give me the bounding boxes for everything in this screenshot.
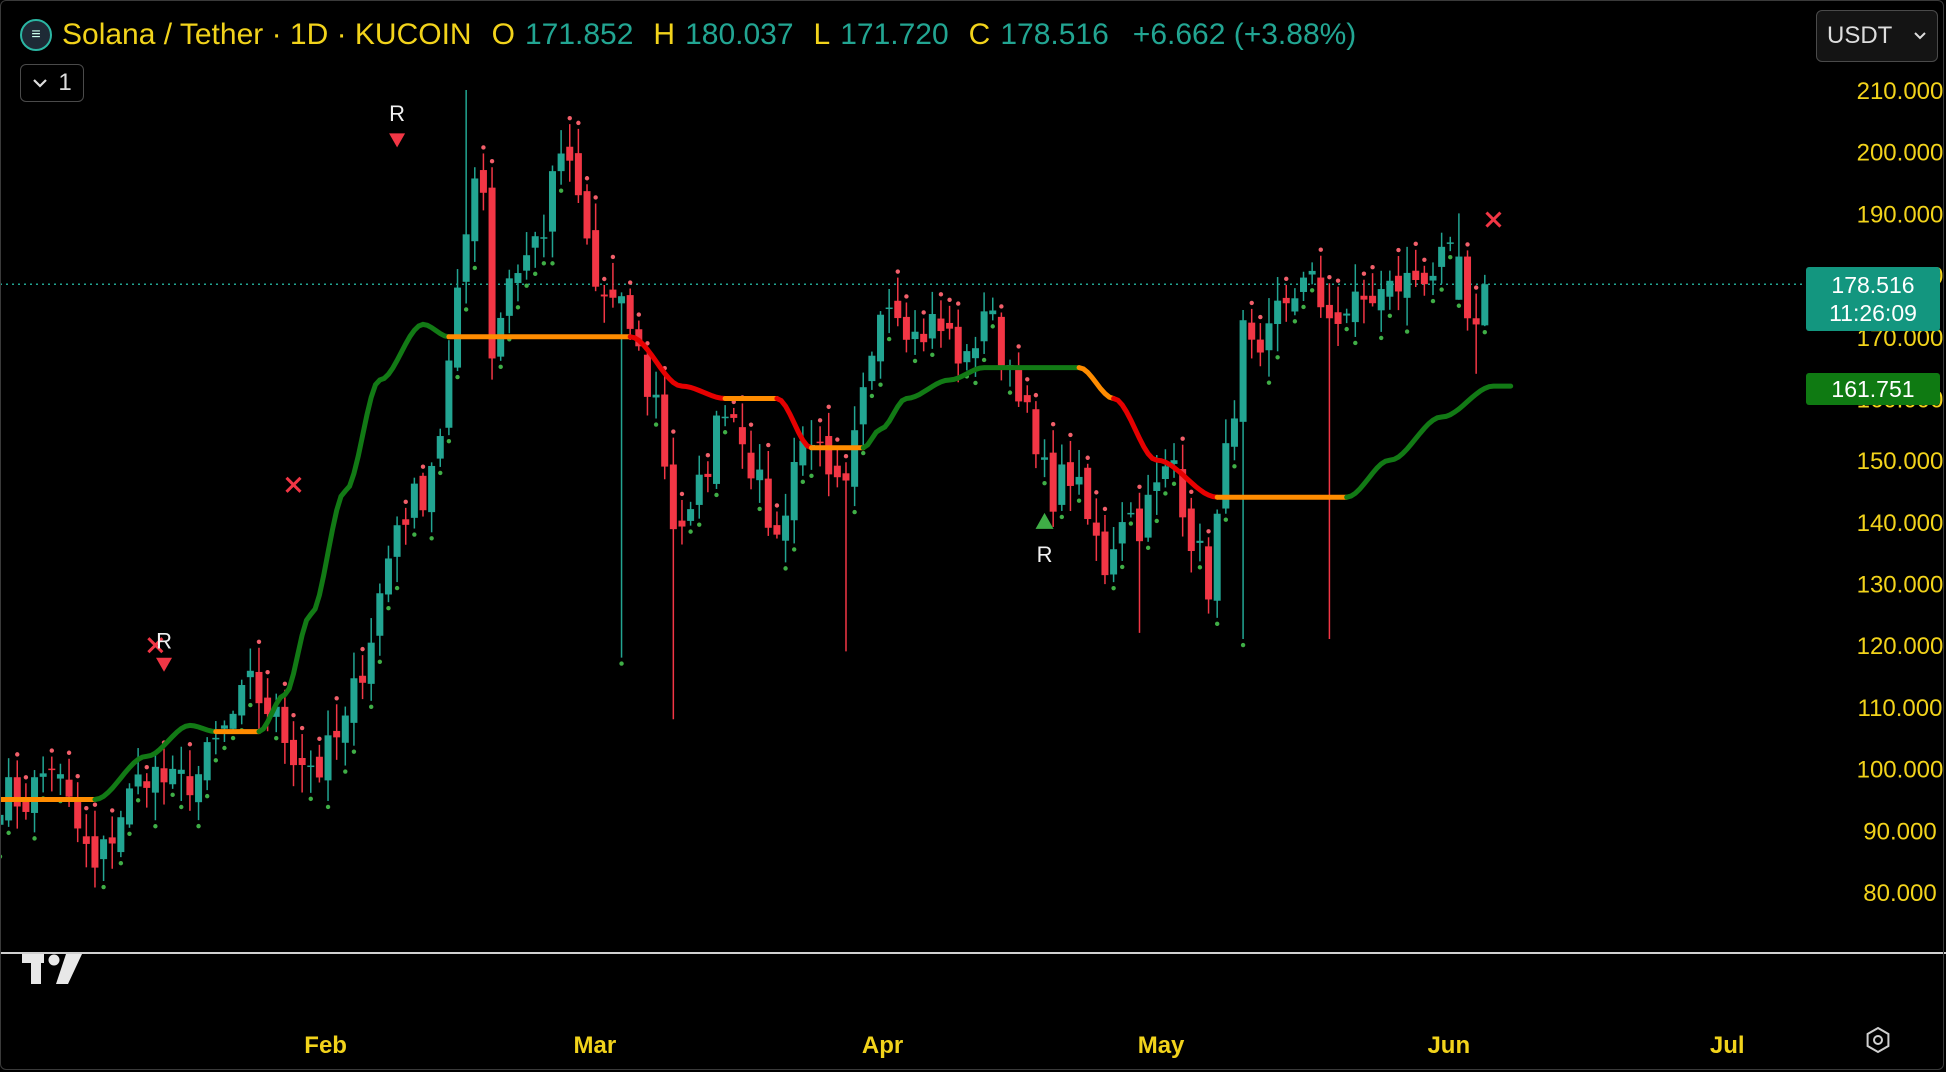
indicator-collapse-button[interactable]: 1 [20, 64, 84, 102]
tradingview-logo-icon[interactable] [22, 952, 88, 988]
low-value: 171.720 [840, 18, 949, 51]
open-key: O [491, 18, 515, 51]
high-key: H [653, 18, 676, 51]
close-key: C [968, 18, 991, 51]
indicator-count: 1 [58, 69, 72, 96]
last-price-value: 178.516 [1831, 272, 1915, 298]
ma-price-value: 161.751 [1831, 376, 1915, 402]
symbol-title[interactable]: Solana / Tether · 1D · KUCOIN [62, 18, 472, 52]
close-value: 178.516 [1000, 18, 1109, 51]
change-value: +6.662 (+3.88%) [1132, 18, 1357, 51]
currency-value: USDT [1827, 22, 1893, 49]
bar-countdown: 11:26:09 [1829, 300, 1917, 326]
chart-frame [0, 0, 1944, 1070]
low-key: L [813, 18, 831, 51]
gear-hexagon-icon[interactable] [1864, 1026, 1892, 1054]
high-value: 180.037 [685, 18, 794, 51]
solana-logo-icon[interactable]: ≡ [20, 19, 52, 51]
chevron-down-icon [1914, 32, 1926, 40]
last-price-tag: 178.516 11:26:09 [1806, 267, 1940, 331]
currency-select[interactable]: USDT [1816, 10, 1938, 62]
chevron-down-icon [33, 79, 48, 88]
symbol-legend: ≡ Solana / Tether · 1D · KUCOIN O 171.852… [20, 14, 1356, 56]
open-value: 171.852 [524, 18, 634, 51]
ma-price-tag: 161.751 [1806, 373, 1940, 405]
